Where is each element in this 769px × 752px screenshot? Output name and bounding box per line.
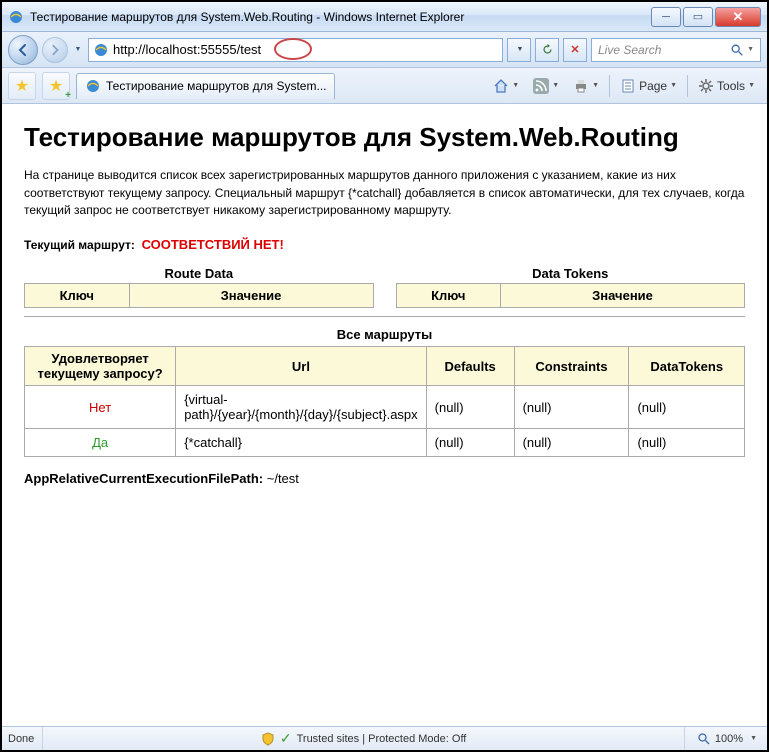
summary-tables: Route Data Ключ Значение Data Tokens Клю… bbox=[24, 266, 745, 308]
page-icon bbox=[85, 78, 101, 94]
page-icon bbox=[93, 42, 109, 58]
stop-button[interactable]: ✕ bbox=[563, 38, 587, 62]
cell-constraints: (null) bbox=[514, 386, 629, 429]
current-route-line: Текущий маршрут: СООТВЕТСТВИЙ НЕТ! bbox=[24, 237, 745, 252]
statusbar: Done ✓ Trusted sites | Protected Mode: O… bbox=[2, 726, 767, 750]
feeds-button[interactable]: ▼ bbox=[527, 73, 565, 99]
security-text: Trusted sites | Protected Mode: Off bbox=[297, 733, 467, 745]
route-data-caption: Route Data bbox=[24, 266, 374, 281]
search-dropdown[interactable]: ▼ bbox=[747, 46, 754, 53]
address-bar bbox=[88, 38, 503, 62]
print-icon bbox=[573, 78, 589, 94]
col-key: Ключ bbox=[396, 284, 501, 308]
home-button[interactable]: ▼ bbox=[487, 73, 525, 99]
cell-match: Нет bbox=[25, 386, 176, 429]
col-url: Url bbox=[176, 347, 426, 386]
add-favorites-button[interactable]: ★+ bbox=[42, 72, 70, 100]
minimize-button[interactable]: ─ bbox=[651, 7, 681, 27]
address-input[interactable] bbox=[113, 42, 498, 57]
cell-datatokens: (null) bbox=[629, 429, 745, 457]
zoom-value: 100% bbox=[715, 733, 743, 745]
no-match-text: СООТВЕТСТВИЙ НЕТ! bbox=[142, 237, 284, 252]
routes-table: Удовлетворяет текущему запросу? Url Defa… bbox=[24, 346, 745, 457]
browser-window: Тестирование маршрутов для System.Web.Ro… bbox=[2, 2, 767, 750]
col-value: Значение bbox=[129, 284, 373, 308]
data-tokens-table: Data Tokens Ключ Значение bbox=[396, 266, 746, 308]
current-route-label: Текущий маршрут bbox=[24, 238, 131, 252]
route-data-table: Route Data Ключ Значение bbox=[24, 266, 374, 308]
window-controls: ─ ▭ ✕ bbox=[651, 7, 761, 27]
browser-tab[interactable]: Тестирование маршрутов для System... bbox=[76, 73, 335, 99]
table-row: Нет {virtual-path}/{year}/{month}/{day}/… bbox=[25, 386, 745, 429]
forward-button[interactable] bbox=[42, 37, 68, 63]
page-menu-label: Page bbox=[639, 79, 667, 93]
col-key: Ключ bbox=[25, 284, 130, 308]
toolbar-separator bbox=[609, 75, 610, 97]
check-icon: ✓ bbox=[280, 730, 292, 747]
page-menu-button[interactable]: Page ▼ bbox=[614, 73, 683, 99]
close-button[interactable]: ✕ bbox=[715, 7, 761, 27]
ie-icon bbox=[8, 9, 24, 25]
maximize-button[interactable]: ▭ bbox=[683, 7, 713, 27]
col-value: Значение bbox=[501, 284, 745, 308]
zoom-dropdown[interactable]: ▼ bbox=[750, 735, 757, 742]
data-tokens-caption: Data Tokens bbox=[396, 266, 746, 281]
col-match: Удовлетворяет текущему запросу? bbox=[25, 347, 176, 386]
all-routes-caption: Все маршруты bbox=[24, 327, 745, 342]
page-icon bbox=[620, 78, 636, 94]
shield-icon bbox=[261, 732, 275, 746]
star-icon: ★ bbox=[15, 76, 29, 96]
cell-defaults: (null) bbox=[426, 429, 514, 457]
app-path-label: AppRelativeCurrentExecutionFilePath bbox=[24, 471, 259, 486]
address-bar-wrap bbox=[88, 38, 503, 62]
status-security: ✓ Trusted sites | Protected Mode: Off bbox=[42, 727, 685, 750]
command-toolbar: ★ ★+ Тестирование маршрутов для System..… bbox=[2, 68, 767, 104]
cell-constraints: (null) bbox=[514, 429, 629, 457]
home-icon bbox=[493, 78, 509, 94]
search-icon[interactable] bbox=[730, 43, 744, 57]
cell-defaults: (null) bbox=[426, 386, 514, 429]
zoom-icon bbox=[697, 732, 711, 746]
page-heading: Тестирование маршрутов для System.Web.Ro… bbox=[24, 122, 745, 153]
page-description: На странице выводится список всех зареги… bbox=[24, 167, 745, 219]
address-dropdown[interactable]: ▼ bbox=[507, 38, 531, 62]
tools-menu-button[interactable]: Tools ▼ bbox=[692, 73, 761, 99]
toolbar-separator bbox=[687, 75, 688, 97]
nav-history-dropdown[interactable]: ▼ bbox=[72, 36, 84, 64]
cell-url: {*catchall} bbox=[176, 429, 426, 457]
status-done: Done bbox=[8, 733, 34, 745]
plus-icon: + bbox=[65, 90, 71, 101]
favorites-button[interactable]: ★ bbox=[8, 72, 36, 100]
col-defaults: Defaults bbox=[426, 347, 514, 386]
refresh-button[interactable] bbox=[535, 38, 559, 62]
page-content: Тестирование маршрутов для System.Web.Ro… bbox=[2, 104, 767, 726]
gear-icon bbox=[698, 78, 714, 94]
tab-title: Тестирование маршрутов для System... bbox=[106, 79, 326, 93]
table-row: Да {*catchall} (null) (null) (null) bbox=[25, 429, 745, 457]
cell-datatokens: (null) bbox=[629, 386, 745, 429]
app-path-value: ~/test bbox=[267, 471, 299, 486]
cell-match: Да bbox=[25, 429, 176, 457]
cell-url: {virtual-path}/{year}/{month}/{day}/{sub… bbox=[176, 386, 426, 429]
col-constraints: Constraints bbox=[514, 347, 629, 386]
window-title: Тестирование маршрутов для System.Web.Ro… bbox=[30, 10, 651, 24]
status-zoom[interactable]: 100% ▼ bbox=[693, 732, 761, 746]
app-path-line: AppRelativeCurrentExecutionFilePath: ~/t… bbox=[24, 471, 745, 486]
divider bbox=[24, 316, 745, 317]
nav-toolbar: ▼ ▼ ✕ Live Search ▼ bbox=[2, 32, 767, 68]
rss-icon bbox=[533, 78, 549, 94]
search-placeholder: Live Search bbox=[598, 43, 661, 57]
titlebar: Тестирование маршрутов для System.Web.Ro… bbox=[2, 2, 767, 32]
print-button[interactable]: ▼ bbox=[567, 73, 605, 99]
tools-menu-label: Tools bbox=[717, 79, 745, 93]
star-icon: ★ bbox=[49, 76, 63, 96]
col-datatokens: DataTokens bbox=[629, 347, 745, 386]
search-box[interactable]: Live Search ▼ bbox=[591, 38, 761, 62]
back-button[interactable] bbox=[8, 35, 38, 65]
